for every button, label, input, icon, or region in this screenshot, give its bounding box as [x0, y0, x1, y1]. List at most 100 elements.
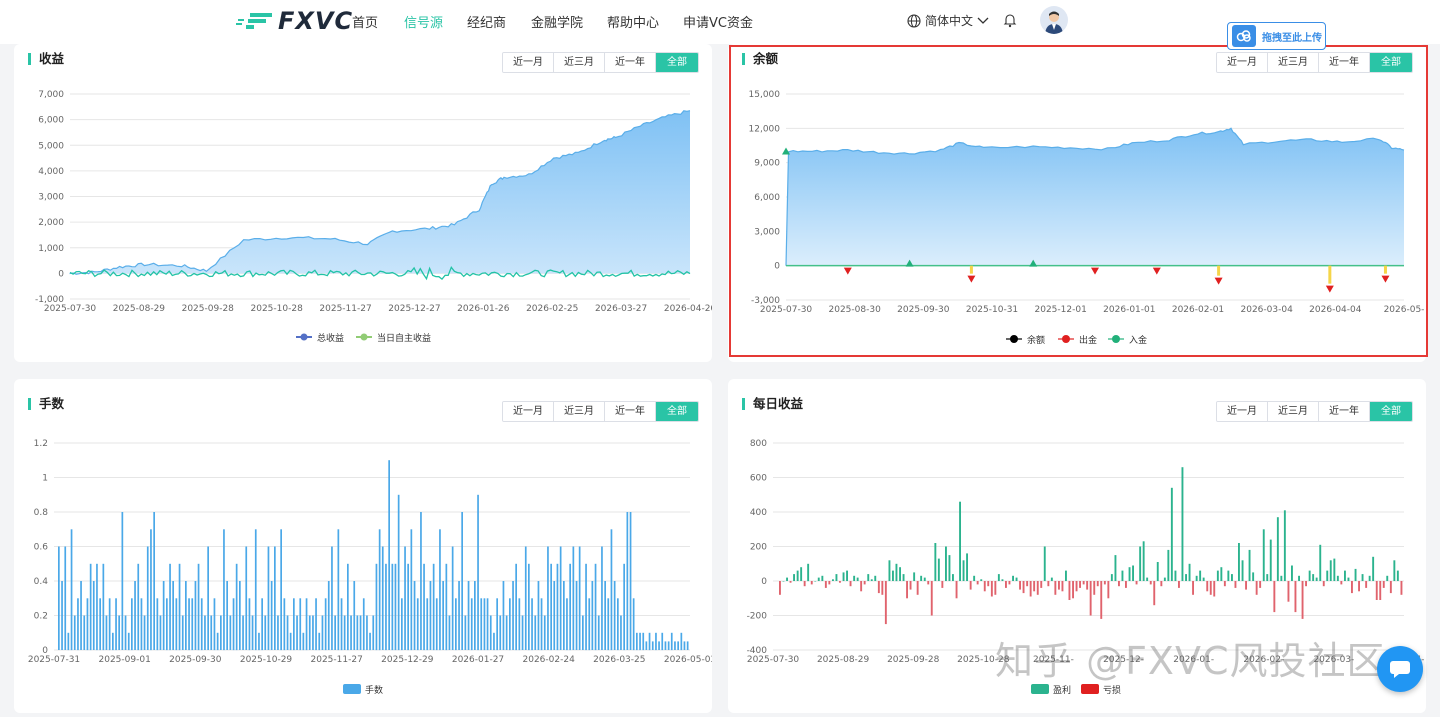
- lots-bar: [540, 598, 543, 651]
- loss-bar: [1351, 581, 1353, 594]
- lots-bar: [102, 563, 105, 651]
- withdrawal-marker: [1381, 275, 1390, 283]
- x-tick-label: 2026-01-01: [1103, 305, 1155, 315]
- upload-dropzone-button[interactable]: 拖拽至此上传: [1227, 22, 1326, 50]
- loss-bar: [987, 581, 990, 587]
- loss-bar: [1079, 581, 1081, 588]
- loss-bar: [1294, 581, 1297, 613]
- y-tick-label: 3,000: [754, 227, 780, 237]
- chevron-down-icon: [977, 17, 989, 24]
- loss-bar: [877, 581, 880, 594]
- x-tick-label: 2026-02-: [1243, 655, 1284, 665]
- loss-bar: [909, 581, 912, 590]
- lots-bar: [617, 598, 619, 651]
- profit-bar: [1185, 574, 1187, 581]
- loss-bar: [1107, 581, 1110, 599]
- loss-bar: [927, 581, 930, 585]
- loss-bar: [1234, 581, 1237, 588]
- loss-bar: [1103, 581, 1106, 585]
- lots-bar: [483, 598, 486, 651]
- lots-bar: [378, 529, 381, 651]
- daily-profit-panel: 每日收益 近一月 近三月 近一年 全部 800 600 400 200 0 -200 -40…: [728, 379, 1426, 713]
- loss-bar: [884, 581, 887, 625]
- lots-bar: [188, 598, 190, 651]
- loss-bar: [1096, 581, 1099, 587]
- nav-item-apply-vc[interactable]: 申请VC资金: [683, 12, 753, 31]
- profit-bar: [980, 579, 983, 581]
- notification-bell[interactable]: [1003, 12, 1017, 32]
- profit-bar: [1156, 562, 1159, 581]
- lots-bar: [70, 529, 73, 651]
- lots-bar: [572, 546, 575, 650]
- lots-bar: [477, 494, 479, 651]
- profit-bar: [1312, 574, 1315, 581]
- y-tick-label: 1.2: [34, 439, 48, 449]
- profit-bar: [1142, 541, 1145, 581]
- lots-bar: [585, 563, 587, 651]
- loss-bar: [1273, 581, 1276, 613]
- profit-bar: [997, 574, 1000, 581]
- lots-bar: [534, 615, 537, 650]
- lots-bar: [318, 632, 321, 651]
- nav-item-signals[interactable]: 信号源: [404, 12, 443, 31]
- lots-bar: [674, 641, 676, 650]
- lots-bar: [140, 598, 143, 651]
- lots-bar: [254, 529, 257, 651]
- profit-bar: [874, 575, 877, 581]
- lots-bar: [210, 615, 213, 650]
- nav-item-academy[interactable]: 金融学院: [531, 12, 583, 31]
- lots-bar: [401, 598, 403, 651]
- lots-bar: [553, 581, 556, 650]
- lots-bar: [112, 632, 114, 651]
- chat-fab-button[interactable]: [1377, 646, 1423, 692]
- lots-bar: [601, 546, 603, 650]
- lots-bar: [321, 615, 324, 650]
- language-selector[interactable]: 简体中文: [907, 12, 989, 29]
- loss-bar: [1178, 581, 1180, 588]
- loss-bar: [941, 581, 944, 588]
- profit-bar: [962, 560, 965, 581]
- profit-chart: 7,0006,0005,0004,0003,0002,0001,0000-1,0…: [35, 90, 712, 344]
- loss-bar: [1375, 581, 1378, 600]
- profit-bar: [832, 579, 834, 581]
- x-tick-label: 2025-09-30: [169, 655, 222, 665]
- lots-bar: [191, 598, 194, 651]
- lots-bar: [607, 598, 610, 651]
- withdrawal-marker: [843, 267, 852, 275]
- lots-bar: [629, 512, 632, 650]
- lots-chart: 1.210.80.60.40.202025-07-31 2025-09-01 202…: [28, 439, 712, 696]
- x-tick-label: 2026-02-24: [523, 655, 576, 665]
- loss-bar: [976, 581, 979, 585]
- lots-bar: [556, 563, 559, 651]
- profit-bar: [782, 581, 785, 582]
- loss-bar: [1047, 581, 1050, 587]
- y-tick-label: 1: [42, 474, 48, 484]
- lots-bar: [610, 529, 613, 651]
- lots-bar: [204, 615, 206, 650]
- lots-bar: [277, 615, 279, 650]
- user-avatar[interactable]: [1040, 6, 1068, 34]
- y-tick-label: 0.4: [34, 577, 49, 587]
- lots-bar: [267, 546, 270, 650]
- loss-bar: [1036, 581, 1039, 595]
- profit-bar: [1266, 574, 1269, 581]
- nav-item-home[interactable]: 首页: [352, 12, 378, 31]
- profit-bar: [966, 553, 968, 581]
- profit-bar: [902, 574, 905, 581]
- lots-bar: [137, 563, 140, 651]
- lots-bar: [563, 581, 565, 650]
- loss-bar: [824, 581, 827, 588]
- lots-bar: [686, 641, 689, 650]
- loss-bar: [1340, 581, 1343, 585]
- lots-bar: [391, 563, 394, 651]
- loss-bar: [990, 581, 993, 597]
- withdrawal-marker: [967, 275, 976, 283]
- loss-bar: [1029, 581, 1032, 597]
- lots-bar: [489, 615, 492, 650]
- nav-item-help[interactable]: 帮助中心: [607, 12, 659, 31]
- logo[interactable]: FXVC: [236, 7, 353, 35]
- profit-bar: [1167, 549, 1170, 581]
- nav-item-brokers[interactable]: 经纪商: [467, 12, 506, 31]
- lots-bar: [315, 598, 317, 651]
- lots-bar: [448, 615, 451, 650]
